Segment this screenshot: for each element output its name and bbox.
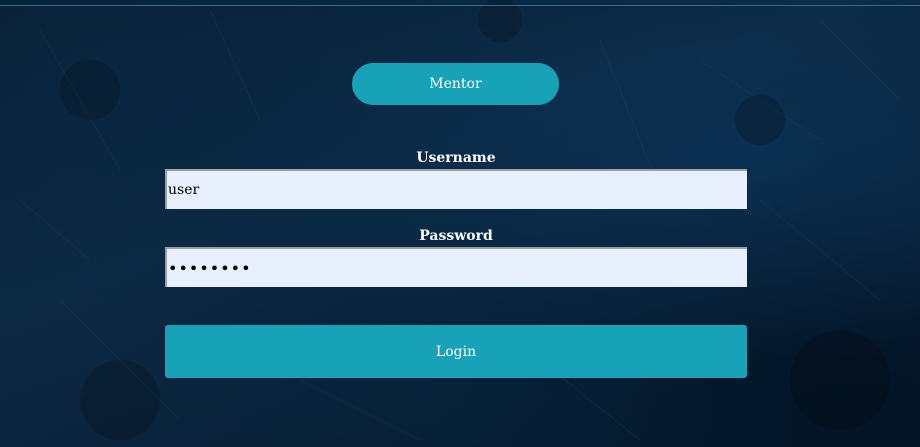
login-button[interactable]: Login — [165, 325, 747, 378]
password-input[interactable] — [165, 247, 747, 287]
login-page: { "header": { "mentor_label": "Mentor" }… — [0, 0, 920, 447]
top-divider — [0, 5, 920, 6]
mentor-button[interactable]: Mentor — [352, 63, 559, 105]
password-label: Password — [419, 228, 493, 244]
username-input[interactable] — [165, 169, 747, 209]
username-label: Username — [416, 150, 496, 166]
